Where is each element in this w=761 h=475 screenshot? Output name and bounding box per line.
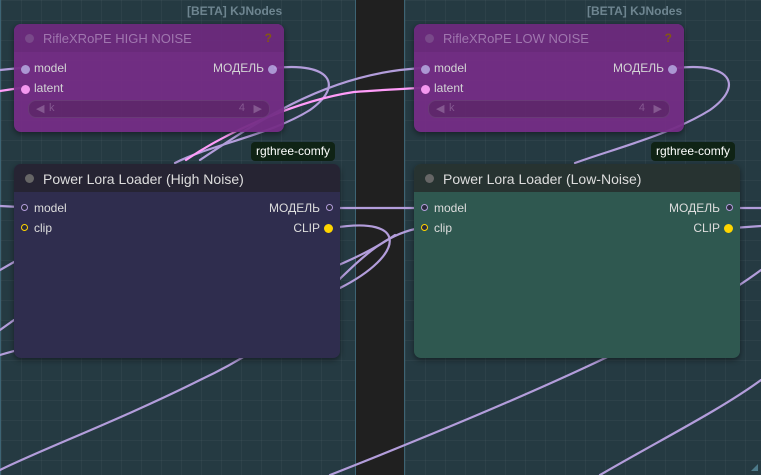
wire-left-edge-2 <box>0 318 16 332</box>
widget-name: k <box>49 102 55 114</box>
node-riflexrope-low-noise[interactable]: RifleXRoPE LOW NOISE ? model latent МОДЕ… <box>414 24 684 132</box>
help-icon[interactable]: ? <box>665 31 672 45</box>
input-socket-latent[interactable] <box>421 85 430 94</box>
collapse-dot-icon[interactable] <box>425 174 434 183</box>
input-socket-model[interactable] <box>421 65 430 74</box>
output-label-model: МОДЕЛЬ <box>669 201 720 215</box>
output-label-model: МОДЕЛЬ <box>613 61 664 75</box>
wire-left-edge-1 <box>0 260 16 272</box>
output-socket-model[interactable] <box>668 65 677 74</box>
output-label-clip: CLIP <box>293 221 320 235</box>
output-socket-model[interactable] <box>268 65 277 74</box>
decrement-arrow-icon[interactable]: ◀ <box>436 102 444 115</box>
collapse-dot-icon[interactable] <box>25 174 34 183</box>
collapse-dot-icon[interactable] <box>25 34 34 43</box>
widget-k[interactable]: ◀ k 4 ▶ <box>428 100 670 118</box>
input-socket-clip[interactable] <box>21 224 28 231</box>
node-title: RifleXRoPE LOW NOISE <box>443 31 589 46</box>
node-title: Power Lora Loader (Low-Noise) <box>443 171 642 187</box>
output-label-model: МОДЕЛЬ <box>213 61 264 75</box>
widget-value: 4 <box>638 102 645 114</box>
output-socket-clip[interactable] <box>724 224 733 233</box>
node-title: Power Lora Loader (High Noise) <box>43 171 244 187</box>
input-socket-latent[interactable] <box>21 85 30 94</box>
decrement-arrow-icon[interactable]: ◀ <box>36 102 44 115</box>
collapse-dot-icon[interactable] <box>425 34 434 43</box>
input-label-clip: clip <box>34 221 53 235</box>
output-socket-model[interactable] <box>326 204 333 211</box>
node-power-lora-loader-low-noise[interactable]: Power Lora Loader (Low-Noise) model clip… <box>414 164 740 358</box>
input-label-model: model <box>434 61 467 75</box>
input-label-model: model <box>34 61 67 75</box>
node-graph-canvas[interactable]: [BETA] KJNodes [BETA] KJNodes RifleXRoPE… <box>0 0 761 475</box>
widget-name: k <box>449 102 455 114</box>
widget-k[interactable]: ◀ k 4 ▶ <box>28 100 270 118</box>
node-title-bar[interactable]: RifleXRoPE HIGH NOISE ? <box>14 24 284 52</box>
increment-arrow-icon[interactable]: ▶ <box>254 102 262 115</box>
output-label-model: МОДЕЛЬ <box>269 201 320 215</box>
node-title-bar[interactable]: Power Lora Loader (High Noise) <box>14 164 340 192</box>
rgthree-badge: rgthree-comfy <box>251 142 336 161</box>
input-label-model: model <box>34 201 67 215</box>
input-label-clip: clip <box>434 221 453 235</box>
input-label-latent: latent <box>434 81 464 95</box>
output-socket-model[interactable] <box>726 204 733 211</box>
rgthree-badge: rgthree-comfy <box>651 142 736 161</box>
input-socket-clip[interactable] <box>421 224 428 231</box>
increment-arrow-icon[interactable]: ▶ <box>654 102 662 115</box>
node-title: RifleXRoPE HIGH NOISE <box>43 31 192 46</box>
input-label-latent: latent <box>34 81 64 95</box>
node-riflexrope-high-noise[interactable]: RifleXRoPE HIGH NOISE ? model latent МОД… <box>14 24 284 132</box>
node-power-lora-loader-high-noise[interactable]: Power Lora Loader (High Noise) model cli… <box>14 164 340 358</box>
node-title-bar[interactable]: RifleXRoPE LOW NOISE ? <box>414 24 684 52</box>
output-socket-clip[interactable] <box>324 224 333 233</box>
input-label-model: model <box>434 201 467 215</box>
input-socket-model[interactable] <box>21 65 30 74</box>
wire-long-bottom-2 <box>598 378 761 475</box>
input-socket-model[interactable] <box>21 204 28 211</box>
widget-value: 4 <box>238 102 245 114</box>
output-label-clip: CLIP <box>693 221 720 235</box>
input-socket-model[interactable] <box>421 204 428 211</box>
help-icon[interactable]: ? <box>265 31 272 45</box>
node-title-bar[interactable]: Power Lora Loader (Low-Noise) <box>414 164 740 192</box>
